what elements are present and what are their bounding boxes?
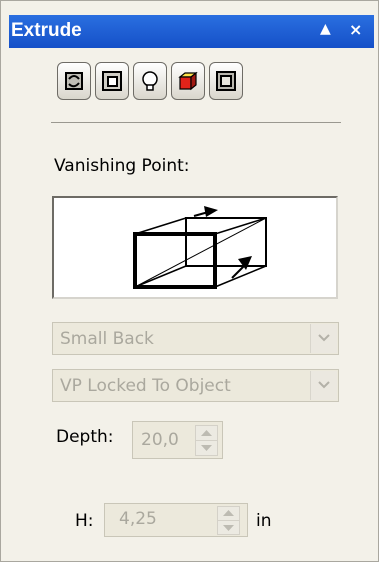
extrude-lighting-icon <box>142 71 158 91</box>
extrude-rotation-icon <box>65 72 83 90</box>
depth-spinbox[interactable]: 20,0 <box>132 421 223 459</box>
spin-arrows-icon <box>217 506 240 535</box>
h-value: 4,25 <box>119 509 157 529</box>
extrude-type-icon <box>216 71 236 91</box>
select-value: Small Back <box>60 329 154 349</box>
vanishing-point-preview <box>52 196 338 299</box>
h-label: H: <box>75 511 94 531</box>
collapse-button[interactable]: ▲ <box>320 21 331 37</box>
depth-value: 20,0 <box>141 430 179 450</box>
close-button[interactable]: × <box>349 20 362 39</box>
extrude-lighting-button[interactable] <box>133 62 167 100</box>
extrude-color-icon <box>178 71 198 91</box>
depth-label: Depth: <box>56 427 114 447</box>
chevron-down-icon <box>318 381 330 389</box>
docker-body: Vanishing Point: Small Back VP Locked To… <box>9 48 374 559</box>
h-unit-label: in <box>256 511 272 531</box>
extrude-docker: Extrude ▲ × Vanishing Point: Small Back … <box>0 0 379 562</box>
vanishing-point-lock-select[interactable]: VP Locked To Object <box>52 369 339 402</box>
h-spinner[interactable] <box>217 506 240 535</box>
vanishing-point-label: Vanishing Point: <box>54 156 190 176</box>
dropdown-button[interactable] <box>310 371 337 400</box>
h-spinbox[interactable]: 4,25 <box>104 503 248 537</box>
separator <box>51 122 341 123</box>
extrude-bevel-button[interactable] <box>95 62 129 100</box>
extrude-rotation-button[interactable] <box>57 62 91 100</box>
docker-title: Extrude <box>11 20 82 41</box>
chevron-down-icon <box>318 334 330 342</box>
spin-arrows-icon <box>195 425 218 456</box>
extrude-bevel-icon <box>102 71 122 91</box>
extrusion-preview-icon <box>133 206 267 289</box>
extrude-type-button[interactable] <box>209 62 243 100</box>
select-value: VP Locked To Object <box>60 376 231 396</box>
vanishing-point-preset-select[interactable]: Small Back <box>52 322 339 355</box>
extrude-color-button[interactable] <box>171 62 205 100</box>
title-bar[interactable]: Extrude ▲ × <box>9 15 374 48</box>
dropdown-button[interactable] <box>310 324 337 353</box>
depth-spinner[interactable] <box>195 425 218 456</box>
